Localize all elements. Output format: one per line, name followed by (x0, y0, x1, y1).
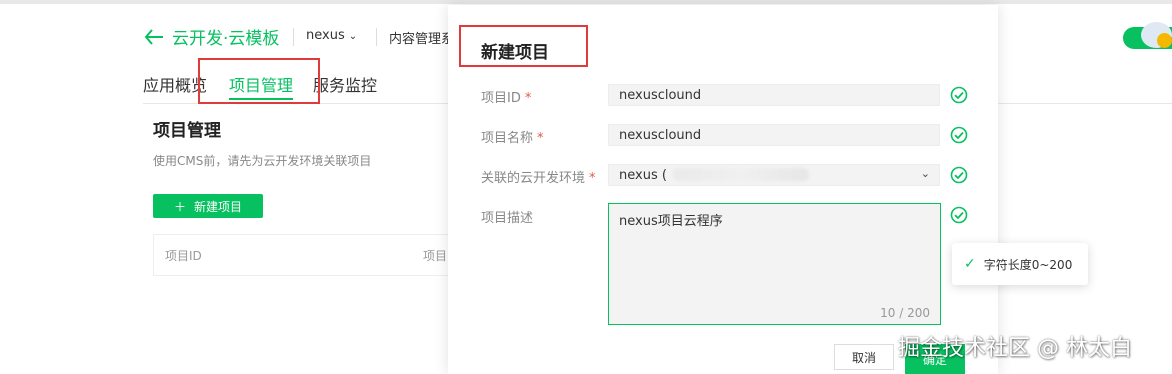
header-divider (293, 28, 294, 46)
highlight-box-title (459, 25, 588, 67)
back-arrow-icon[interactable] (143, 24, 165, 50)
char-counter: 10 / 200 (880, 306, 930, 320)
content-mgmt-link[interactable]: 内容管理系 (389, 28, 454, 47)
project-name-input[interactable]: nexusclound (608, 124, 940, 146)
field-label-description: 项目描述 (481, 211, 534, 226)
new-project-label: 新建项目 (194, 199, 243, 214)
tooltip-text: 字符长度0~200 (983, 257, 1073, 272)
description-value: nexus项目云程序 (619, 214, 723, 229)
tab-service-monitor[interactable]: 服务监控 (313, 72, 377, 96)
check-circle-icon (950, 166, 968, 184)
check-icon: ✓ (964, 256, 976, 272)
env-name: nexus (306, 28, 345, 43)
env-selector[interactable]: nexus ⌄ (306, 28, 357, 43)
chevron-down-icon: ⌄ (920, 167, 930, 180)
check-circle-icon (950, 86, 968, 104)
column-project: 项目 (423, 249, 448, 263)
plus-icon: ＋ (173, 199, 186, 214)
project-table-header: 项目ID 项目 (153, 234, 454, 276)
new-project-button[interactable]: ＋ 新建项目 (153, 194, 263, 218)
chevron-down-icon: ⌄ (348, 31, 358, 42)
column-project-id: 项目ID (165, 249, 202, 263)
redacted-env-id (673, 168, 809, 181)
cancel-button[interactable]: 取消 (834, 344, 894, 370)
app-title: 云开发·云模板 (172, 29, 280, 49)
description-textarea[interactable]: nexus项目云程序 10 / 200 (608, 203, 941, 325)
notification-badge (1157, 33, 1172, 48)
header-divider (376, 28, 377, 46)
check-circle-icon (950, 206, 968, 224)
cloud-env-value: nexus ( (619, 168, 667, 183)
project-id-input[interactable]: nexusclound (608, 84, 940, 106)
watermark-text: 掘金技术社区 @ 林太白 (898, 336, 1132, 361)
page-title: 项目管理 (153, 121, 221, 141)
field-label-cloud-env: 关联的云开发环境 * (481, 171, 596, 186)
validation-tooltip: ✓ 字符长度0~200 (952, 243, 1088, 285)
highlight-box-tab (198, 58, 320, 104)
field-label-project-name: 项目名称 * (481, 131, 544, 146)
check-circle-icon (950, 126, 968, 144)
field-label-project-id: 项目ID * (481, 91, 532, 106)
cloud-env-select[interactable]: nexus ( ⌄ (608, 164, 940, 186)
page-description: 使用CMS前，请先为云开发环境关联项目 (153, 154, 372, 168)
